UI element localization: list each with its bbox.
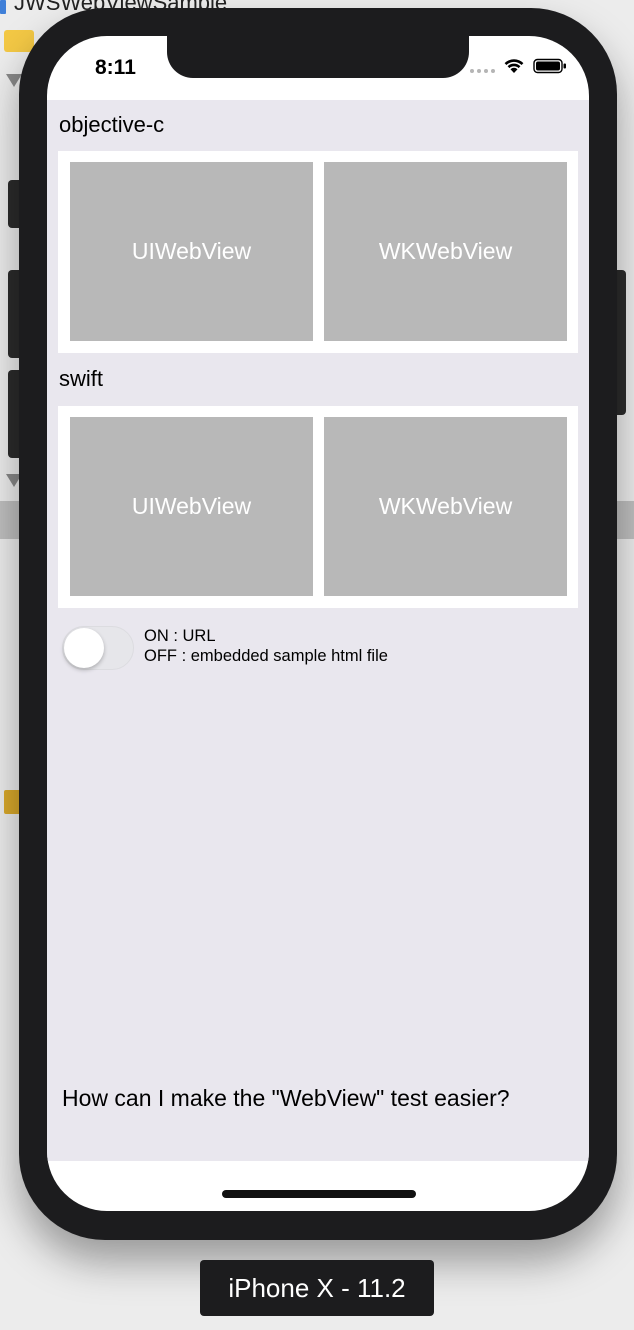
section-title-objc: objective-c [59, 112, 165, 137]
url-mode-toggle[interactable] [62, 626, 134, 670]
section-title-swift: swift [59, 366, 103, 391]
objc-wkwebview-button[interactable]: WKWebView [324, 162, 567, 341]
cellular-signal-icon [470, 59, 495, 73]
project-file-icon [0, 0, 6, 14]
notch [167, 36, 469, 78]
simulator-stage: JWSWebViewSample 8:11 obje [0, 0, 634, 1330]
device-label: iPhone X - 11.2 [200, 1260, 434, 1316]
objc-button-panel: UIWebView WKWebView [58, 151, 578, 353]
swift-button-panel: UIWebView WKWebView [58, 406, 578, 608]
folder-icon [4, 30, 34, 52]
objc-uiwebview-button[interactable]: UIWebView [70, 162, 313, 341]
app-content: objective-c UIWebView WKWebView swift UI… [47, 100, 589, 1161]
home-indicator[interactable] [222, 1190, 416, 1198]
toggle-knob [64, 628, 104, 668]
question-text: How can I make the "WebView" test easier… [62, 1085, 510, 1111]
status-time: 8:11 [95, 56, 136, 79]
swift-uiwebview-button[interactable]: UIWebView [70, 417, 313, 596]
toggle-on-label: ON : URL [144, 627, 216, 645]
battery-icon [533, 58, 566, 73]
toggle-off-label: OFF : embedded sample html file [144, 647, 388, 665]
swift-wkwebview-button[interactable]: WKWebView [324, 417, 567, 596]
wifi-icon [504, 59, 524, 73]
phone-screen: 8:11 objective-c UIWebView WKWebView swi… [47, 36, 589, 1211]
status-icons [470, 57, 567, 74]
